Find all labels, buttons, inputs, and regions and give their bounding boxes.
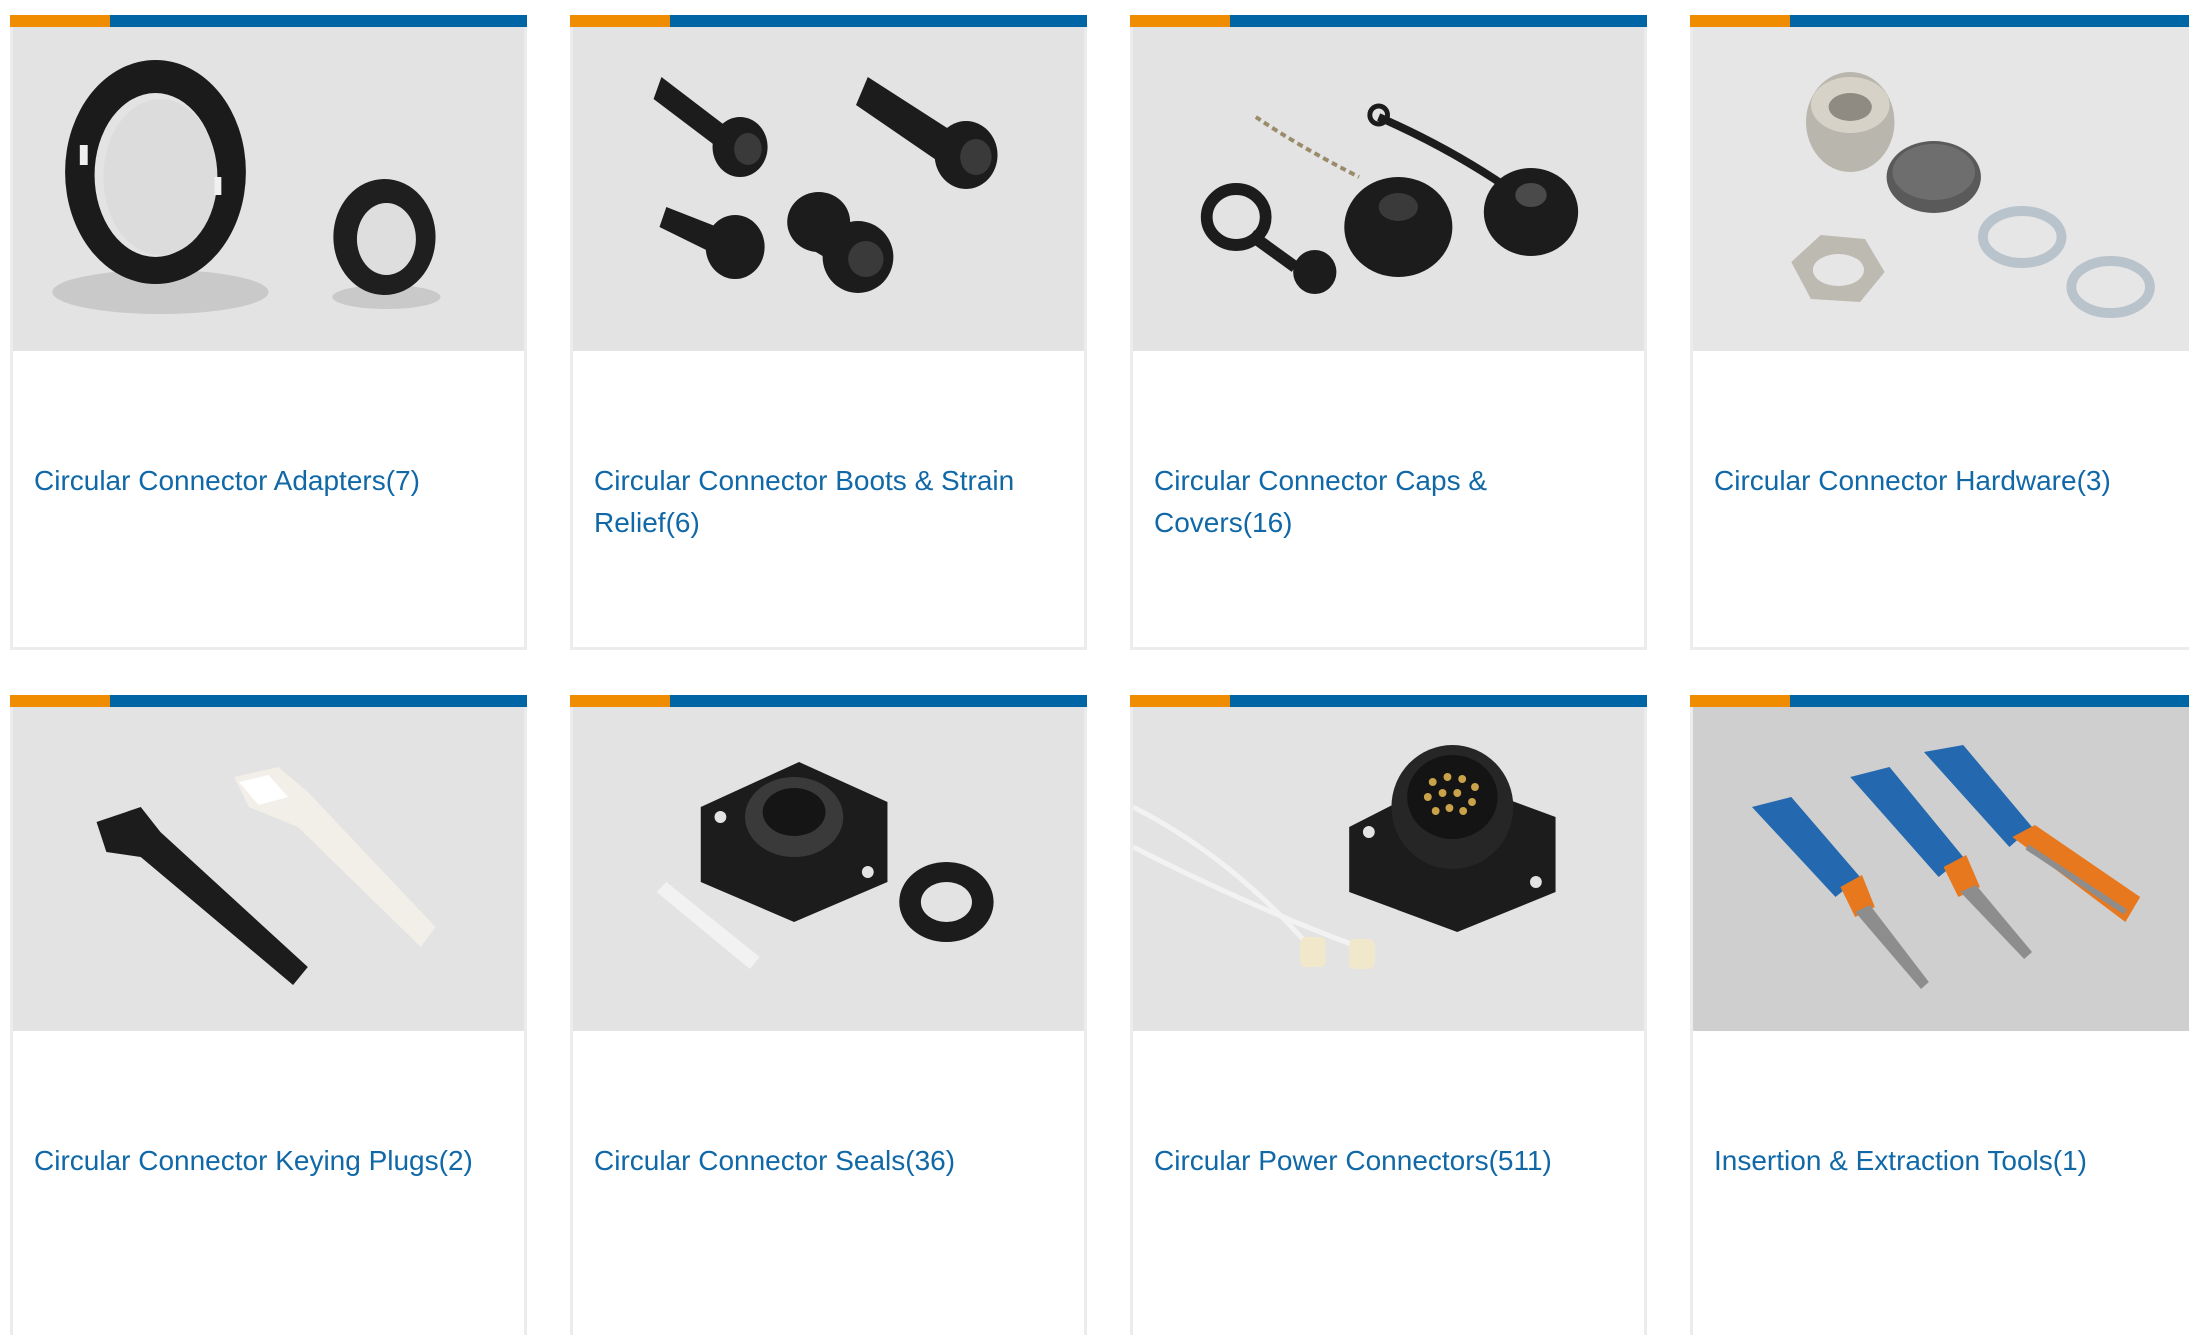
category-grid: Circular Connector Adapters(7) Circular … — [0, 0, 2189, 1335]
adapter-rings-icon — [13, 27, 524, 351]
card-accent-bar — [1130, 695, 1230, 707]
card-accent-bar — [1690, 15, 1790, 27]
card-accent-bar — [1690, 695, 1790, 707]
card-accent-bar — [570, 695, 670, 707]
card-top-bar — [1690, 695, 2189, 707]
product-image[interactable] — [13, 27, 524, 351]
product-image[interactable] — [1133, 707, 1644, 1031]
caps-covers-icon — [1133, 27, 1644, 351]
category-link[interactable]: Circular Power Connectors(511) — [1154, 1140, 1623, 1182]
category-card[interactable]: Circular Connector Boots & Strain Relief… — [570, 15, 1087, 650]
card-accent-bar — [10, 15, 110, 27]
category-link[interactable]: Circular Connector Boots & Strain Relief… — [594, 460, 1063, 544]
category-card[interactable]: Circular Connector Keying Plugs(2) — [10, 695, 527, 1335]
product-image[interactable] — [573, 707, 1084, 1031]
category-card[interactable]: Circular Connector Caps & Covers(16) — [1130, 15, 1647, 650]
card-accent-bar — [1130, 15, 1230, 27]
power-connector-icon — [1133, 707, 1644, 1031]
card-top-bar — [1130, 15, 1647, 27]
product-image[interactable] — [13, 707, 524, 1031]
category-card[interactable]: Circular Connector Adapters(7) — [10, 15, 527, 650]
card-top-bar — [10, 695, 527, 707]
category-link[interactable]: Circular Connector Adapters(7) — [34, 460, 503, 502]
category-link[interactable]: Insertion & Extraction Tools(1) — [1714, 1140, 2183, 1182]
nuts-washers-icon — [1693, 27, 2189, 351]
product-image[interactable] — [1133, 27, 1644, 351]
category-card[interactable]: Insertion & Extraction Tools(1) — [1690, 695, 2189, 1335]
card-top-bar — [10, 15, 527, 27]
card-top-bar — [570, 15, 1087, 27]
category-link[interactable]: Circular Connector Keying Plugs(2) — [34, 1140, 503, 1182]
category-link[interactable]: Circular Connector Seals(36) — [594, 1140, 1063, 1182]
card-top-bar — [570, 695, 1087, 707]
category-card[interactable]: Circular Power Connectors(511) — [1130, 695, 1647, 1335]
category-link[interactable]: Circular Connector Caps & Covers(16) — [1154, 460, 1623, 544]
boots-strain-relief-icon — [573, 27, 1084, 351]
card-accent-bar — [10, 695, 110, 707]
product-image[interactable] — [1693, 707, 2189, 1031]
product-image[interactable] — [1693, 27, 2189, 351]
card-accent-bar — [570, 15, 670, 27]
category-link[interactable]: Circular Connector Hardware(3) — [1714, 460, 2183, 502]
seals-icon — [573, 707, 1084, 1031]
keying-plugs-icon — [13, 707, 524, 1031]
card-top-bar — [1690, 15, 2189, 27]
card-top-bar — [1130, 695, 1647, 707]
product-image[interactable] — [573, 27, 1084, 351]
category-card[interactable]: Circular Connector Seals(36) — [570, 695, 1087, 1335]
category-card[interactable]: Circular Connector Hardware(3) — [1690, 15, 2189, 650]
extraction-tools-icon — [1693, 707, 2189, 1031]
